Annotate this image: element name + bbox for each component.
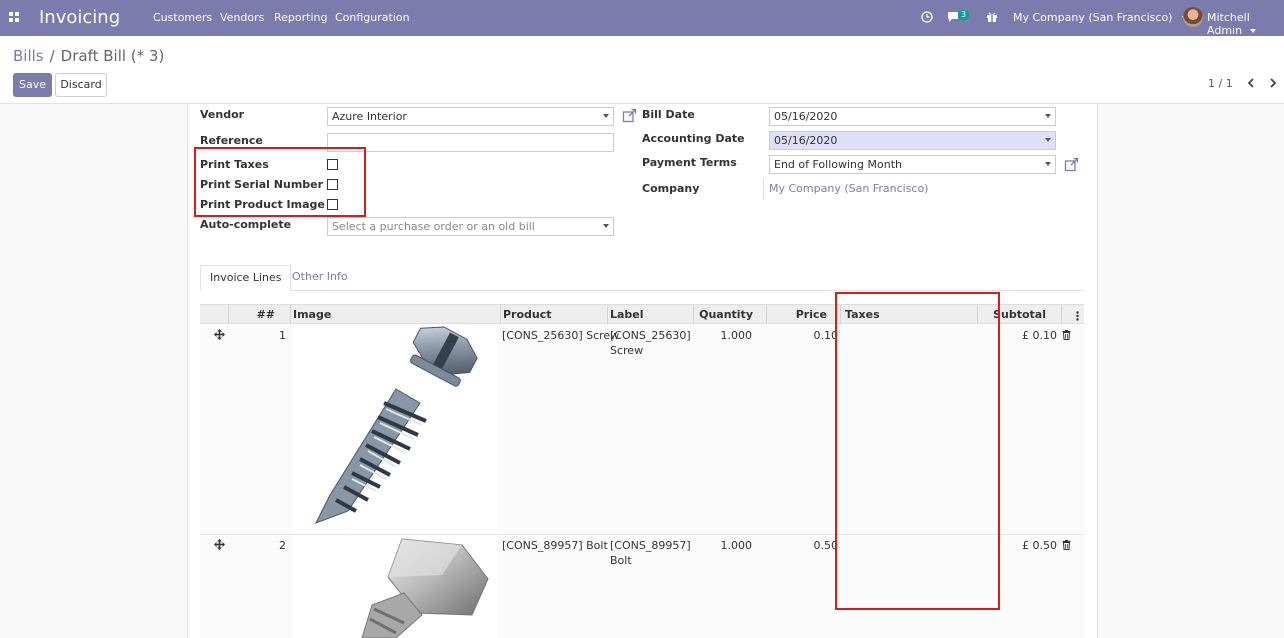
autocomplete-label: Auto-complete <box>200 218 292 231</box>
caret-down-icon <box>1249 29 1256 33</box>
breadcrumb-separator: / <box>49 47 55 65</box>
row-label-line2: Bolt <box>610 554 632 567</box>
pager-previous-icon[interactable] <box>1247 78 1255 88</box>
reference-label: Reference <box>200 134 263 147</box>
company-switcher-label: My Company (San Francisco) <box>1013 11 1173 24</box>
column-product[interactable]: Product <box>503 308 552 321</box>
accounting-date-input[interactable]: 05/16/2020 <box>769 131 1056 150</box>
payment-terms-value: End of Following Month <box>774 158 902 171</box>
product-image-bolt <box>292 535 497 638</box>
column-seq[interactable]: ## <box>230 308 275 321</box>
autocomplete-select[interactable]: Select a purchase order or an old bill <box>327 217 614 236</box>
row-seq: 1 <box>279 329 286 342</box>
bolt-image <box>361 538 489 638</box>
bill-date-value: 05/16/2020 <box>774 110 838 123</box>
column-separator <box>500 305 501 324</box>
apps-menu-icon[interactable] <box>9 12 19 22</box>
column-separator <box>1061 305 1062 324</box>
breadcrumb: Bills / Draft Bill (* 3) <box>13 47 164 65</box>
menu-vendors[interactable]: Vendors <box>220 11 264 24</box>
column-price[interactable]: Price <box>768 308 827 321</box>
menu-reporting[interactable]: Reporting <box>274 11 327 24</box>
row-seq: 2 <box>279 539 286 552</box>
breadcrumb-bills-link[interactable]: Bills <box>13 47 44 65</box>
company-divider <box>763 178 764 200</box>
external-link-icon[interactable] <box>1064 157 1079 172</box>
accounting-date-value: 05/16/2020 <box>774 134 838 147</box>
company-switcher[interactable]: My Company (San Francisco) <box>1013 11 1188 24</box>
screw-image <box>314 326 478 524</box>
pager-value[interactable]: 1 / 1 <box>1208 77 1233 90</box>
messages-count-badge: 3 <box>958 10 970 20</box>
pager-next-icon[interactable] <box>1269 78 1277 88</box>
form-sheet: Vendor Azure Interior Reference Print Ta… <box>187 104 1098 638</box>
row-price: 0.10 <box>813 329 839 342</box>
row-quantity: 1.000 <box>720 329 753 342</box>
vendor-value: Azure Interior <box>332 110 407 123</box>
company-link[interactable]: My Company (San Francisco) <box>769 182 928 195</box>
breadcrumb-current: Draft Bill (* 3) <box>60 47 165 65</box>
user-avatar[interactable] <box>1183 7 1203 27</box>
highlight-box-taxes-column <box>835 292 1000 610</box>
autocomplete-placeholder: Select a purchase order or an old bill <box>332 220 535 233</box>
column-quantity[interactable]: Quantity <box>696 308 753 321</box>
column-separator <box>693 305 694 324</box>
dropdown-caret-icon <box>1045 138 1051 142</box>
bill-date-label: Bill Date <box>642 108 695 121</box>
drag-handle-icon[interactable] <box>214 539 225 550</box>
user-menu[interactable]: Mitchell Admin <box>1207 11 1284 37</box>
row-product: [CONS_25630] Screw <box>502 329 620 342</box>
row-product: [CONS_89957] Bolt <box>502 539 608 552</box>
dropdown-caret-icon <box>1045 114 1051 118</box>
activity-clock-icon[interactable] <box>921 11 933 23</box>
column-image[interactable]: Image <box>293 308 331 321</box>
payment-terms-label: Payment Terms <box>642 156 737 169</box>
vendor-label: Vendor <box>200 108 245 121</box>
top-navbar: Invoicing Customers Vendors Reporting Co… <box>0 0 1284 37</box>
highlight-box-print-options <box>194 147 366 217</box>
column-separator <box>290 305 291 324</box>
app-name[interactable]: Invoicing <box>39 7 120 28</box>
row-label-line1: [CONS_25630] <box>610 329 691 342</box>
payment-terms-select[interactable]: End of Following Month <box>769 155 1056 174</box>
column-label[interactable]: Label <box>610 308 644 321</box>
menu-configuration[interactable]: Configuration <box>335 11 410 24</box>
trash-icon[interactable] <box>1062 330 1071 340</box>
bill-date-input[interactable]: 05/16/2020 <box>769 107 1056 126</box>
external-link-icon[interactable] <box>622 108 637 123</box>
company-label: Company <box>642 182 700 195</box>
dropdown-caret-icon <box>603 224 609 228</box>
tab-other-info[interactable]: Other Info <box>283 265 357 291</box>
accounting-date-label: Accounting Date <box>642 132 745 145</box>
column-separator <box>228 305 229 324</box>
dropdown-caret-icon <box>1045 162 1051 166</box>
vendor-select[interactable]: Azure Interior <box>327 107 614 126</box>
row-quantity: 1.000 <box>720 539 753 552</box>
reference-input[interactable] <box>327 133 614 152</box>
menu-customers[interactable]: Customers <box>153 11 212 24</box>
save-button[interactable]: Save <box>13 73 52 97</box>
row-price: 0.50 <box>813 539 839 552</box>
trash-icon[interactable] <box>1062 540 1071 550</box>
product-image-screw <box>292 325 497 533</box>
gift-icon[interactable] <box>986 11 998 23</box>
column-separator <box>607 305 608 324</box>
row-label-line1: [CONS_89957] <box>610 539 691 552</box>
user-name: Mitchell Admin <box>1207 11 1250 37</box>
control-panel: Bills / Draft Bill (* 3) Save Discard 1 / … <box>0 36 1284 104</box>
column-separator <box>766 305 767 324</box>
tab-invoice-lines[interactable]: Invoice Lines <box>200 265 292 291</box>
optional-columns-icon[interactable] <box>1076 311 1079 321</box>
row-label-line2: Screw <box>610 344 644 357</box>
discard-button[interactable]: Discard <box>55 73 107 97</box>
dropdown-caret-icon <box>603 114 609 118</box>
drag-handle-icon[interactable] <box>214 329 225 340</box>
